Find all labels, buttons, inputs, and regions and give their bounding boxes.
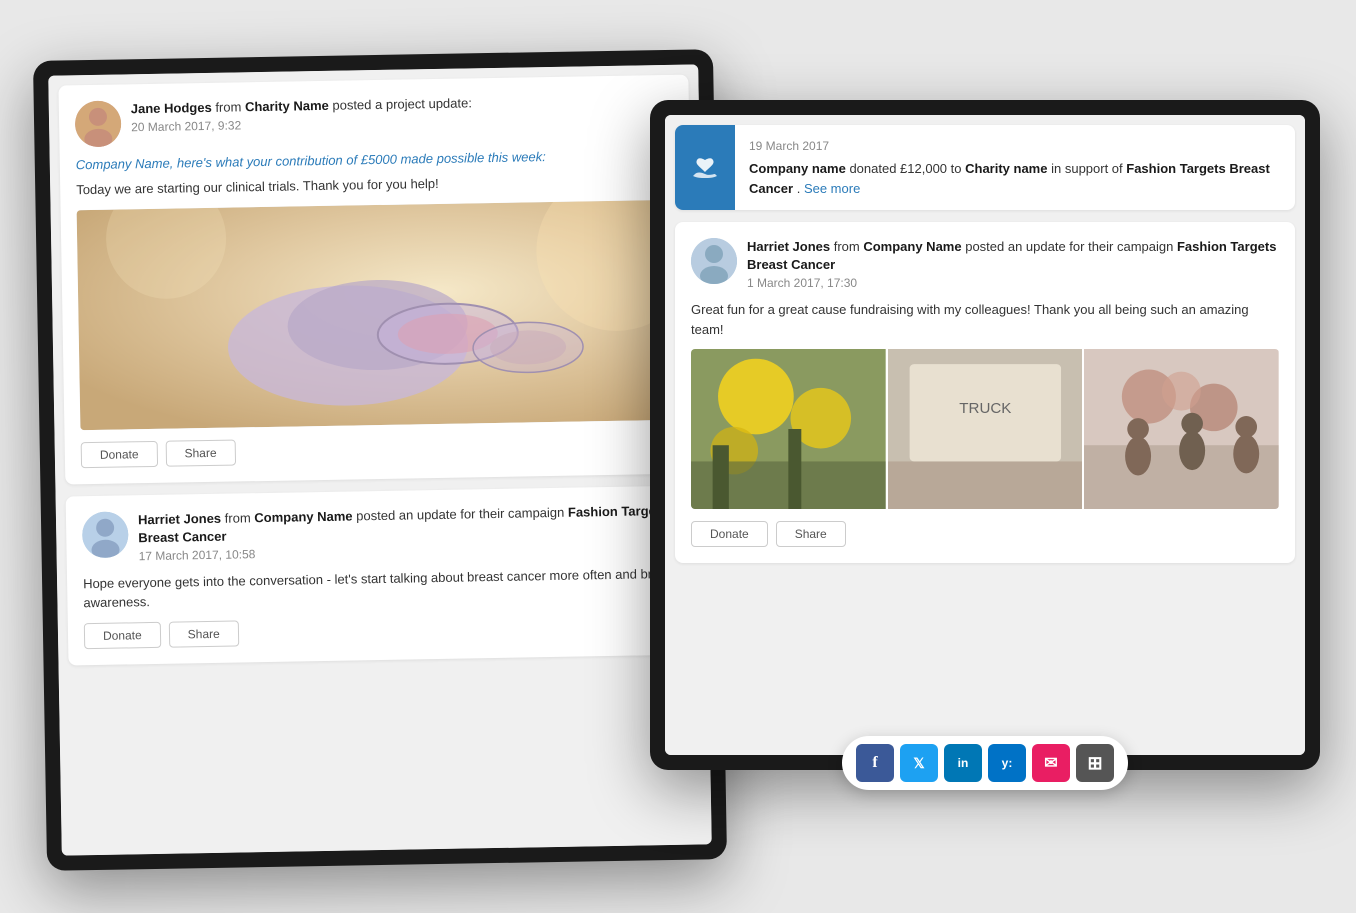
grid-image-3 xyxy=(1084,349,1279,509)
donation-support: in support of xyxy=(1051,161,1126,176)
author-jane: Jane Hodges xyxy=(131,100,212,116)
share-button-jane[interactable]: Share xyxy=(165,439,235,466)
post-card-harriet-left: Harriet Jones from Company Name posted a… xyxy=(66,485,699,665)
linkedin-button[interactable]: in xyxy=(944,744,982,782)
left-feed: Jane Hodges from Charity Name posted a p… xyxy=(48,64,712,855)
from-harriet-right: from xyxy=(834,239,864,254)
device-right: 19 March 2017 Company name donated £12,0… xyxy=(650,100,1320,770)
donation-charity: Charity name xyxy=(965,161,1047,176)
from-harriet-left: from xyxy=(225,510,255,526)
org-jane: Charity Name xyxy=(245,98,329,114)
device-left: Jane Hodges from Charity Name posted a p… xyxy=(33,49,727,871)
from-label-jane: from xyxy=(215,99,241,114)
org-harriet-left: Company Name xyxy=(254,508,352,525)
post-card-jane: Jane Hodges from Charity Name posted a p… xyxy=(58,75,695,484)
action-harriet-left: posted an update for their campaign xyxy=(356,504,568,523)
email-icon: ✉ xyxy=(1044,753,1057,773)
yammer-icon: y: xyxy=(1002,756,1013,770)
donate-button-jane[interactable]: Donate xyxy=(81,440,158,467)
grid-image-2: TRUCK xyxy=(888,349,1083,509)
post-meta-harriet-right: Harriet Jones from Company Name posted a… xyxy=(747,238,1279,290)
facebook-icon: f xyxy=(872,754,877,772)
social-bar: f 𝕏 in y: ✉ ⊞ xyxy=(842,736,1128,790)
donation-date: 19 March 2017 xyxy=(749,137,1281,155)
donation-text: 19 March 2017 Company name donated £12,0… xyxy=(735,125,1295,210)
avatar-jane xyxy=(75,100,122,147)
post-body-harriet-left: Hope everyone gets into the conversation… xyxy=(83,564,682,613)
share-button-harriet-left[interactable]: Share xyxy=(168,620,238,647)
author-harriet-left: Harriet Jones xyxy=(138,510,221,526)
avatar-harriet-right xyxy=(691,238,737,284)
device-right-screen: 19 March 2017 Company name donated £12,0… xyxy=(665,115,1305,755)
donation-description: Company name donated £12,000 to Charity … xyxy=(749,159,1281,198)
yammer-button[interactable]: y: xyxy=(988,744,1026,782)
twitter-icon: 𝕏 xyxy=(913,755,924,772)
post-meta-harriet-left: Harriet Jones from Company Name posted a… xyxy=(138,501,681,563)
post-header-harriet-right: Harriet Jones from Company Name posted a… xyxy=(691,238,1279,290)
author-harriet-right: Harriet Jones xyxy=(747,239,830,254)
grid-image-1 xyxy=(691,349,886,509)
post-actions-harriet-left: Donate Share xyxy=(84,613,682,649)
linkedin-icon: in xyxy=(958,756,969,770)
post-meta-jane: Jane Hodges from Charity Name posted a p… xyxy=(131,91,674,135)
more-button[interactable]: ⊞ xyxy=(1076,744,1114,782)
donate-button-harriet-left[interactable]: Donate xyxy=(84,622,161,649)
donation-separator: . xyxy=(797,181,804,196)
donate-button-harriet-right[interactable]: Donate xyxy=(691,521,768,547)
donation-icon-block xyxy=(675,125,735,210)
email-button[interactable]: ✉ xyxy=(1032,744,1070,782)
action-harriet-right: posted an update for their campaign xyxy=(965,239,1177,254)
svg-text:TRUCK: TRUCK xyxy=(959,400,1011,417)
right-feed: 19 March 2017 Company name donated £12,0… xyxy=(665,115,1305,755)
action-jane: posted a project update: xyxy=(332,95,472,112)
post-actions-harriet-right: Donate Share xyxy=(691,521,1279,547)
org-harriet-right: Company Name xyxy=(863,239,961,254)
donate-icon xyxy=(689,152,721,184)
donation-company: Company name xyxy=(749,161,846,176)
post-image-grid: TRUCK xyxy=(691,349,1279,509)
device-left-screen: Jane Hodges from Charity Name posted a p… xyxy=(48,64,712,855)
post-title-harriet-right: Harriet Jones from Company Name posted a… xyxy=(747,238,1279,274)
post-card-harriet-right: Harriet Jones from Company Name posted a… xyxy=(675,222,1295,563)
donation-amount: donated £12,000 to xyxy=(849,161,965,176)
share-button-harriet-right[interactable]: Share xyxy=(776,521,846,547)
donation-card: 19 March 2017 Company name donated £12,0… xyxy=(675,125,1295,210)
twitter-button[interactable]: 𝕏 xyxy=(900,744,938,782)
avatar-harriet-left xyxy=(82,511,129,558)
post-body-jane: Today we are starting our clinical trial… xyxy=(76,170,674,200)
post-image-lab xyxy=(77,199,679,429)
post-highlight-jane: Company Name, here's what your contribut… xyxy=(76,147,674,172)
post-actions-jane: Donate Share xyxy=(81,431,679,467)
post-header-harriet-left: Harriet Jones from Company Name posted a… xyxy=(82,501,681,564)
screen: Jane Hodges from Charity Name posted a p… xyxy=(0,0,1356,913)
date-harriet-right: 1 March 2017, 17:30 xyxy=(747,276,1279,290)
post-header-jane: Jane Hodges from Charity Name posted a p… xyxy=(75,91,674,147)
see-more-link[interactable]: See more xyxy=(804,181,860,196)
facebook-button[interactable]: f xyxy=(856,744,894,782)
more-icon: ⊞ xyxy=(1087,753,1102,774)
post-body-harriet-right: Great fun for a great cause fundraising … xyxy=(691,300,1279,339)
